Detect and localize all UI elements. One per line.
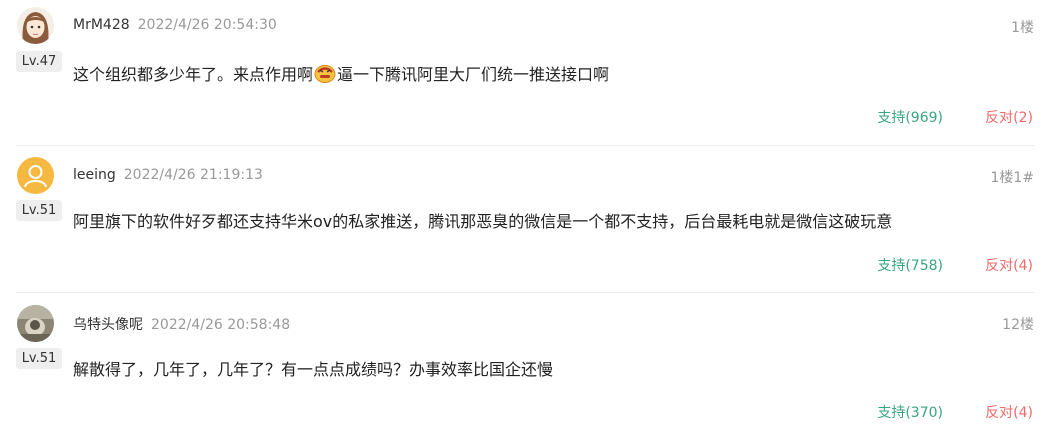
username-link[interactable]: leeing [73, 167, 116, 183]
user-level-badge: Lv.47 [16, 51, 62, 72]
comment-time: 2022/4/26 20:54:30 [137, 17, 277, 33]
comment-header: 乌特头像呢 2022/4/26 20:58:48 [73, 314, 290, 334]
oppose-button[interactable]: 反对(4) [985, 255, 1033, 275]
floor-number: 1楼 [1011, 20, 1034, 36]
user-avatar[interactable] [17, 305, 54, 342]
comment-header: MrM428 2022/4/26 20:54:30 [73, 17, 277, 33]
user-level-badge: Lv.51 [16, 348, 62, 369]
oppose-button[interactable]: 反对(4) [985, 402, 1033, 422]
support-button[interactable]: 支持(969) [877, 107, 943, 127]
username-link[interactable]: MrM428 [73, 17, 130, 33]
comment-time: 2022/4/26 20:58:48 [151, 317, 291, 333]
floor-number: 1楼1# [990, 170, 1034, 186]
oppose-button[interactable]: 反对(2) [985, 107, 1033, 127]
default-user-avatar-icon [24, 165, 47, 188]
anime-girl-avatar-icon [17, 7, 54, 44]
angry-face-emoji-icon [314, 63, 336, 83]
user-avatar[interactable] [17, 157, 54, 194]
floor-number: 12楼 [1002, 317, 1034, 333]
username-link[interactable]: 乌特头像呢 [73, 317, 143, 333]
comment-content: 阿里旗下的软件好歹都还支持华米ov的私家推送，腾讯那恶臭的微信是一个都不支持，后… [73, 212, 893, 231]
comment-time: 2022/4/26 21:19:13 [123, 167, 263, 183]
support-button[interactable]: 支持(370) [877, 402, 943, 422]
comment-divider [16, 145, 1034, 146]
comment-header: leeing 2022/4/26 21:19:13 [73, 167, 263, 183]
comment-content: 这个组织都多少年了。来点作用啊 逼一下腾讯阿里大厂们统一推送接口啊 [73, 61, 1031, 85]
user-avatar[interactable] [17, 7, 54, 44]
user-level-badge: Lv.51 [16, 200, 62, 221]
photo-avatar-icon [17, 305, 54, 342]
comment-content: 解散得了，几年了，几年了？有一点点成绩吗？办事效率比国企还慢 [73, 360, 554, 379]
comment-text: 这个组织都多少年了。来点作用啊 [73, 65, 314, 84]
support-button[interactable]: 支持(758) [877, 255, 943, 275]
comment-divider [16, 292, 1034, 293]
comment-text-continued: 逼一下腾讯阿里大厂们统一推送接口啊 [337, 65, 610, 84]
